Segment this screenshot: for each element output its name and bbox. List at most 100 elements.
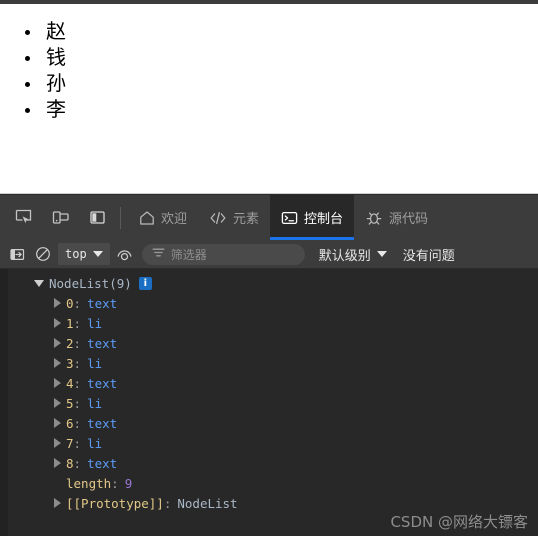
dock-panel-button[interactable] [80,201,114,235]
device-toolbar-icon [52,209,69,226]
code-brackets-icon [209,210,227,226]
chevron-down-icon [376,251,387,257]
table-row[interactable]: 7 : li [8,433,538,453]
console-sidebar-button[interactable] [4,242,30,266]
toolbar-divider [120,206,121,229]
watermark-text: CSDN @网络大镖客 [390,513,528,531]
console-filter-placeholder: 筛选器 [170,247,207,262]
bug-icon [365,210,383,226]
devtools-panel: 欢迎 元素 控制台 源代码 top 筛选器 默认级别 没有问题 NodeList… [0,195,538,536]
console-level-label: 默认级别 [318,248,371,264]
tab-console[interactable]: 控制台 [270,195,355,240]
live-expression-eye-icon [116,247,133,262]
tab-console-label: 控制台 [304,212,344,227]
tab-sources-label: 源代码 [389,212,429,227]
length-row: length : 9 [8,473,538,493]
console-level-selector[interactable]: 默认级别 [313,243,393,265]
list-item: 赵 [42,18,538,44]
entry-separator: : [73,355,82,371]
devtools-tabbar: 欢迎 元素 控制台 源代码 [0,195,538,240]
entry-key: 5 [66,395,74,411]
entry-key: 1 [66,315,74,331]
name-list: 赵 钱 孙 李 [0,18,538,122]
disclosure-triangle-icon[interactable] [54,438,61,448]
entry-value: li [87,355,103,371]
clear-console-icon [35,246,51,262]
list-item: 钱 [42,44,538,70]
inspect-element-icon [15,209,32,226]
console-log-nodelist[interactable]: NodeList(9) i [8,273,538,293]
entry-key: 6 [66,415,74,431]
disclosure-triangle-icon[interactable] [54,318,61,328]
disclosure-triangle-open-icon[interactable] [34,279,44,287]
disclosure-triangle-icon[interactable] [54,338,61,348]
list-item: 孙 [42,70,538,96]
disclosure-triangle-icon[interactable] [54,378,61,388]
length-key: length [66,475,112,491]
entry-separator: : [73,375,82,391]
entry-value: text [87,455,118,471]
tab-elements[interactable]: 元素 [198,195,270,240]
entry-value: text [87,415,118,431]
table-row[interactable]: 5 : li [8,393,538,413]
filter-funnel-icon [152,245,165,263]
dock-panel-icon [89,209,106,226]
table-row[interactable]: 8 : text [8,453,538,473]
entry-key: 4 [66,375,74,391]
entry-separator: : [73,295,82,311]
tab-elements-label: 元素 [233,212,260,227]
table-row[interactable]: 1 : li [8,313,538,333]
tab-sources[interactable]: 源代码 [354,195,439,240]
table-row[interactable]: 6 : text [8,413,538,433]
entry-key: 2 [66,335,74,351]
live-expression-button[interactable] [112,242,138,266]
device-toolbar-button[interactable] [43,201,77,235]
prototype-separator: : [163,495,172,511]
execute-icon [9,247,25,262]
console-output-area: NodeList(9) i 0 : text 1 : li 2 : text 3… [0,269,538,536]
tab-welcome[interactable]: 欢迎 [128,195,198,240]
rendered-web-page: 赵 钱 孙 李 [0,4,538,194]
entry-value: text [87,335,118,351]
screenshot-root: 赵 钱 孙 李 [0,0,538,536]
execution-context-label: top [65,247,87,261]
entry-key: 0 [66,295,74,311]
length-separator: : [111,475,119,491]
disclosure-triangle-icon[interactable] [54,398,61,408]
chevron-down-icon [92,251,103,257]
info-badge-icon[interactable]: i [138,276,152,290]
entry-value: li [87,315,103,331]
entry-key: 8 [66,455,74,471]
length-value: 9 [124,475,133,491]
disclosure-triangle-icon[interactable] [54,498,61,508]
console-filter-input[interactable]: 筛选器 [141,243,305,265]
entry-separator: : [73,315,82,331]
clear-console-button[interactable] [30,242,56,266]
nodelist-label: NodeList(9) [49,275,132,291]
table-row[interactable]: 0 : text [8,293,538,313]
disclosure-triangle-icon[interactable] [54,298,61,308]
entry-separator: : [73,335,82,351]
entry-value: li [87,395,103,411]
console-filter-toolbar: top 筛选器 默认级别 没有问题 [0,240,538,269]
entry-separator: : [73,455,82,471]
entry-key: 7 [66,435,74,451]
entry-separator: : [73,415,82,431]
prototype-row[interactable]: [[Prototype]] : NodeList [8,493,538,513]
home-icon [139,210,155,226]
execution-context-selector[interactable]: top [58,243,110,265]
disclosure-triangle-icon[interactable] [54,418,61,428]
prototype-value: NodeList [177,495,238,511]
table-row[interactable]: 4 : text [8,373,538,393]
console-terminal-icon [281,210,298,226]
inspect-element-button[interactable] [6,201,40,235]
entry-separator: : [73,435,82,451]
disclosure-triangle-icon[interactable] [54,358,61,368]
tab-welcome-label: 欢迎 [161,212,188,227]
table-row[interactable]: 2 : text [8,333,538,353]
table-row[interactable]: 3 : li [8,353,538,373]
disclosure-triangle-icon[interactable] [54,458,61,468]
list-item: 李 [42,96,538,122]
entry-separator: : [73,395,82,411]
issues-status[interactable]: 没有问题 [403,245,455,264]
